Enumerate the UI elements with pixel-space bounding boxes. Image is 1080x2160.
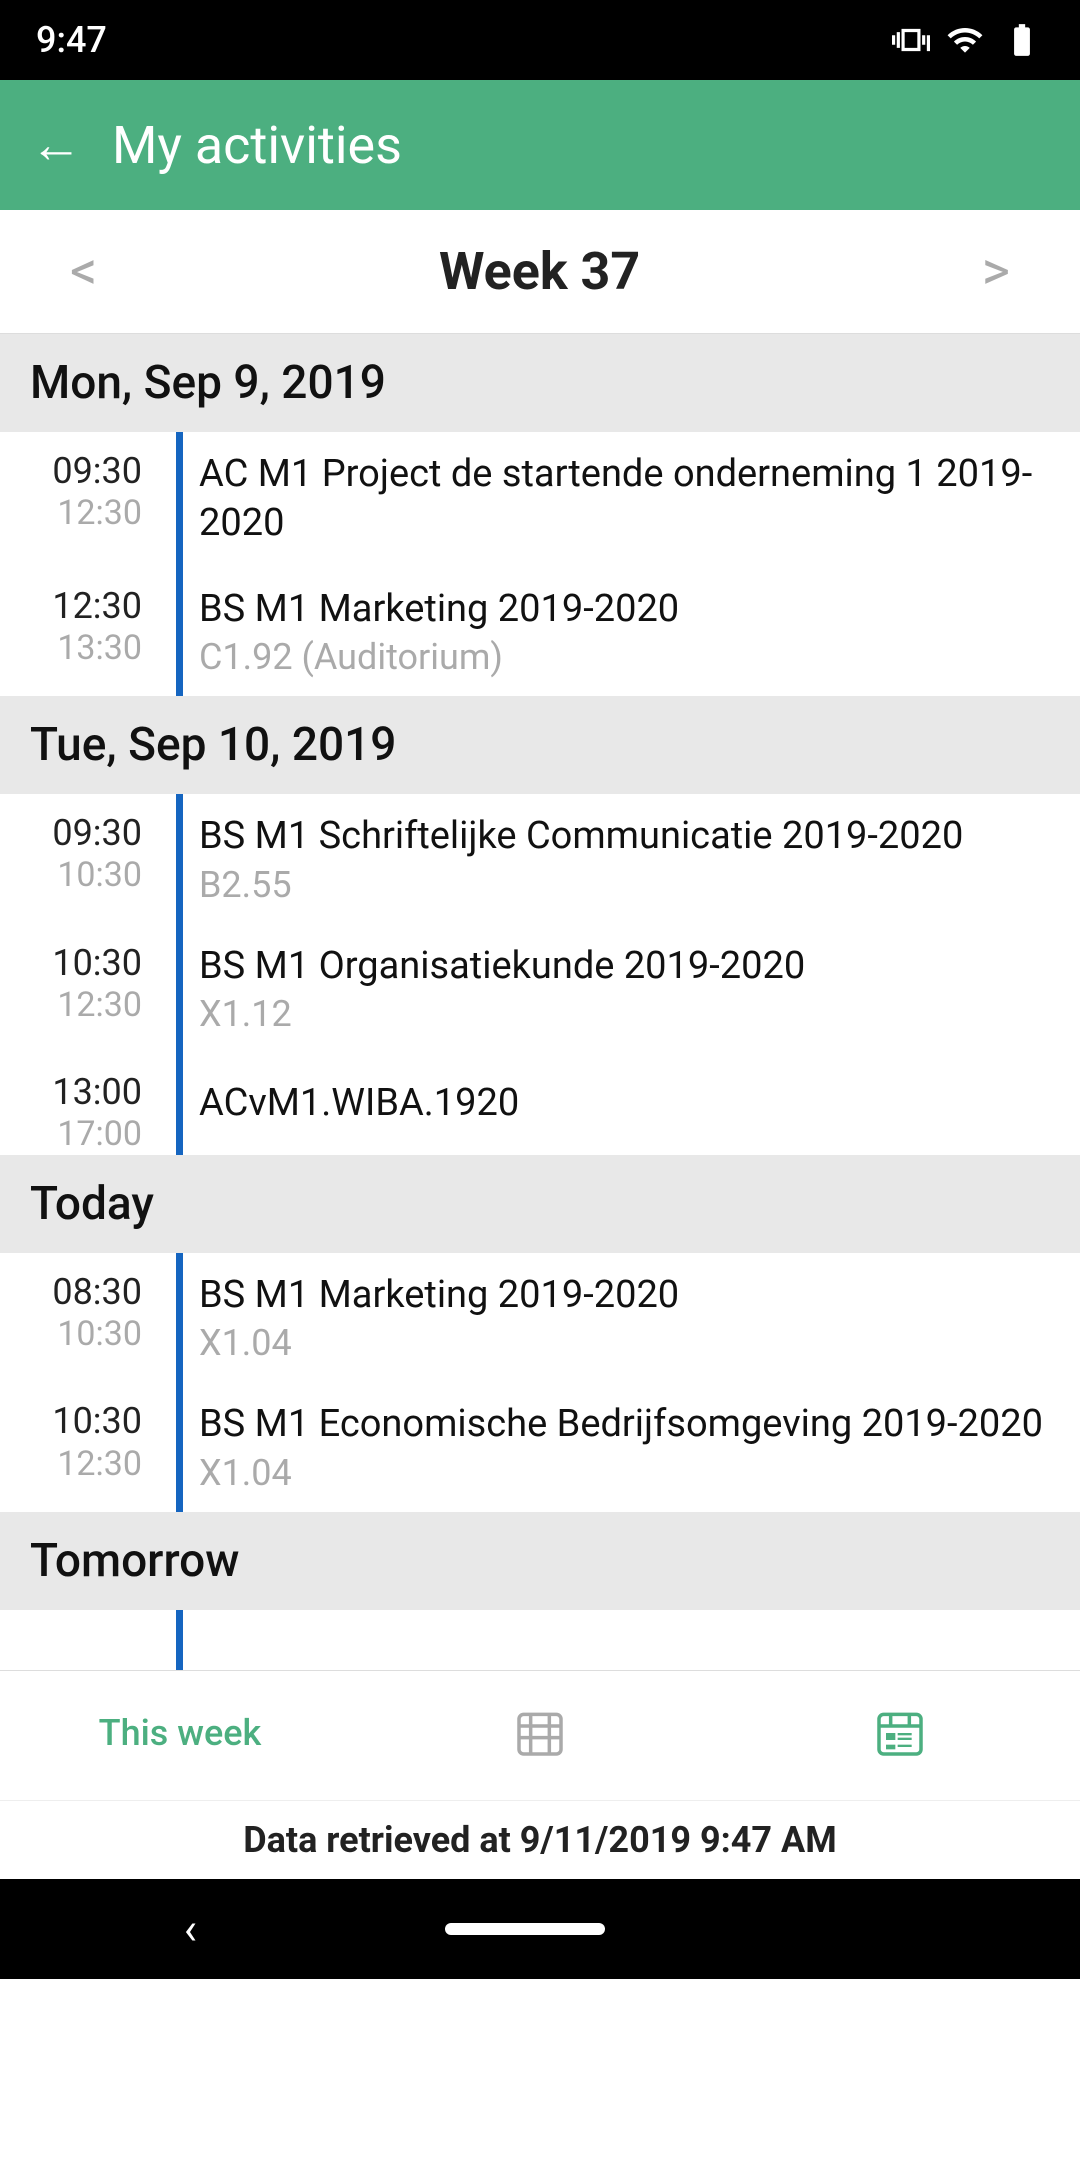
entry-content: AC M1 Project de startende onderneming 1… — [199, 432, 1080, 567]
time-col: 10:30 12:30 — [0, 924, 160, 1053]
event-bar — [176, 432, 183, 567]
calendar-agenda-icon — [872, 1705, 928, 1761]
time-col: 08:30 10:30 — [0, 1253, 160, 1382]
event-bar — [176, 567, 183, 696]
android-home-pill[interactable] — [445, 1923, 605, 1935]
table-row[interactable]: 10:30 12:30 BS M1 Economische Bedrijfsom… — [0, 1382, 1080, 1511]
entry-content: BS M1 Marketing 2019-2020 C1.92 (Auditor… — [199, 567, 1080, 696]
entry-content: BS M1 Schriftelijke Communicatie 2019-20… — [199, 794, 1080, 923]
time-col — [0, 1610, 160, 1670]
wifi-icon — [946, 21, 984, 59]
day-header-today: Today — [0, 1155, 1080, 1253]
schedule-today: 08:30 10:30 BS M1 Marketing 2019-2020 X1… — [0, 1253, 1080, 1512]
schedule-tomorrow — [0, 1610, 1080, 1670]
next-week-button[interactable]: > — [962, 240, 1030, 303]
prev-week-button[interactable]: < — [50, 240, 117, 303]
schedule-mon: 09:30 12:30 AC M1 Project de startende o… — [0, 432, 1080, 696]
day-header-tue: Tue, Sep 10, 2019 — [0, 696, 1080, 794]
tab-calendar-grid[interactable] — [360, 1705, 720, 1761]
day-header-tomorrow: Tomorrow — [0, 1512, 1080, 1610]
event-bar — [176, 1053, 183, 1155]
entry-content: BS M1 Organisatiekunde 2019-2020 X1.12 — [199, 924, 1080, 1053]
time-col: 12:30 13:30 — [0, 567, 160, 696]
status-time: 9:47 — [36, 19, 107, 61]
event-bar — [176, 794, 183, 923]
time-col: 10:30 12:30 — [0, 1382, 160, 1511]
nav-bar: ‹ — [0, 1879, 1080, 1979]
event-bar — [176, 1253, 183, 1382]
table-row[interactable]: 08:30 10:30 BS M1 Marketing 2019-2020 X1… — [0, 1253, 1080, 1382]
table-row — [0, 1610, 1080, 1670]
data-retrieved-text: Data retrieved at 9/11/2019 9:47 AM — [243, 1819, 837, 1861]
status-icons — [892, 21, 1044, 59]
tab-this-week-label: This week — [99, 1712, 262, 1754]
entry-content: BS M1 Marketing 2019-2020 X1.04 — [199, 1253, 1080, 1382]
tab-calendar-agenda[interactable] — [720, 1705, 1080, 1761]
table-row[interactable]: 09:30 10:30 BS M1 Schriftelijke Communic… — [0, 794, 1080, 923]
bottom-tab-bar: This week — [0, 1670, 1080, 1800]
tab-this-week[interactable]: This week — [0, 1712, 360, 1754]
schedule-tue: 09:30 10:30 BS M1 Schriftelijke Communic… — [0, 794, 1080, 1155]
time-col: 13:00 17:00 — [0, 1053, 160, 1155]
entry-content — [199, 1610, 1080, 1670]
data-retrieved-bar: Data retrieved at 9/11/2019 9:47 AM — [0, 1800, 1080, 1879]
entry-content: ACvM1.WIBA.1920 — [199, 1053, 1080, 1155]
vibrate-icon — [892, 21, 930, 59]
event-bar — [176, 1610, 183, 1670]
event-bar — [176, 924, 183, 1053]
table-row[interactable]: 12:30 13:30 BS M1 Marketing 2019-2020 C1… — [0, 567, 1080, 696]
table-row[interactable]: 10:30 12:30 BS M1 Organisatiekunde 2019-… — [0, 924, 1080, 1053]
week-nav: < Week 37 > — [0, 210, 1080, 334]
day-header-mon: Mon, Sep 9, 2019 — [0, 334, 1080, 432]
android-back-button[interactable]: ‹ — [184, 1903, 197, 1955]
table-row[interactable]: 13:00 17:00 ACvM1.WIBA.1920 — [0, 1053, 1080, 1155]
table-row[interactable]: 09:30 12:30 AC M1 Project de startende o… — [0, 432, 1080, 567]
calendar-grid-icon — [512, 1705, 568, 1761]
week-title: Week 37 — [439, 241, 640, 302]
app-bar: ← My activities — [0, 80, 1080, 210]
time-col: 09:30 12:30 — [0, 432, 160, 567]
schedule-container: Mon, Sep 9, 2019 09:30 12:30 AC M1 Proje… — [0, 334, 1080, 1670]
page-title: My activities — [112, 115, 402, 176]
time-col: 09:30 10:30 — [0, 794, 160, 923]
status-bar: 9:47 — [0, 0, 1080, 80]
battery-icon — [1000, 21, 1044, 59]
back-button[interactable]: ← — [30, 119, 82, 171]
entry-content: BS M1 Economische Bedrijfsomgeving 2019-… — [199, 1382, 1080, 1511]
event-bar — [176, 1382, 183, 1511]
